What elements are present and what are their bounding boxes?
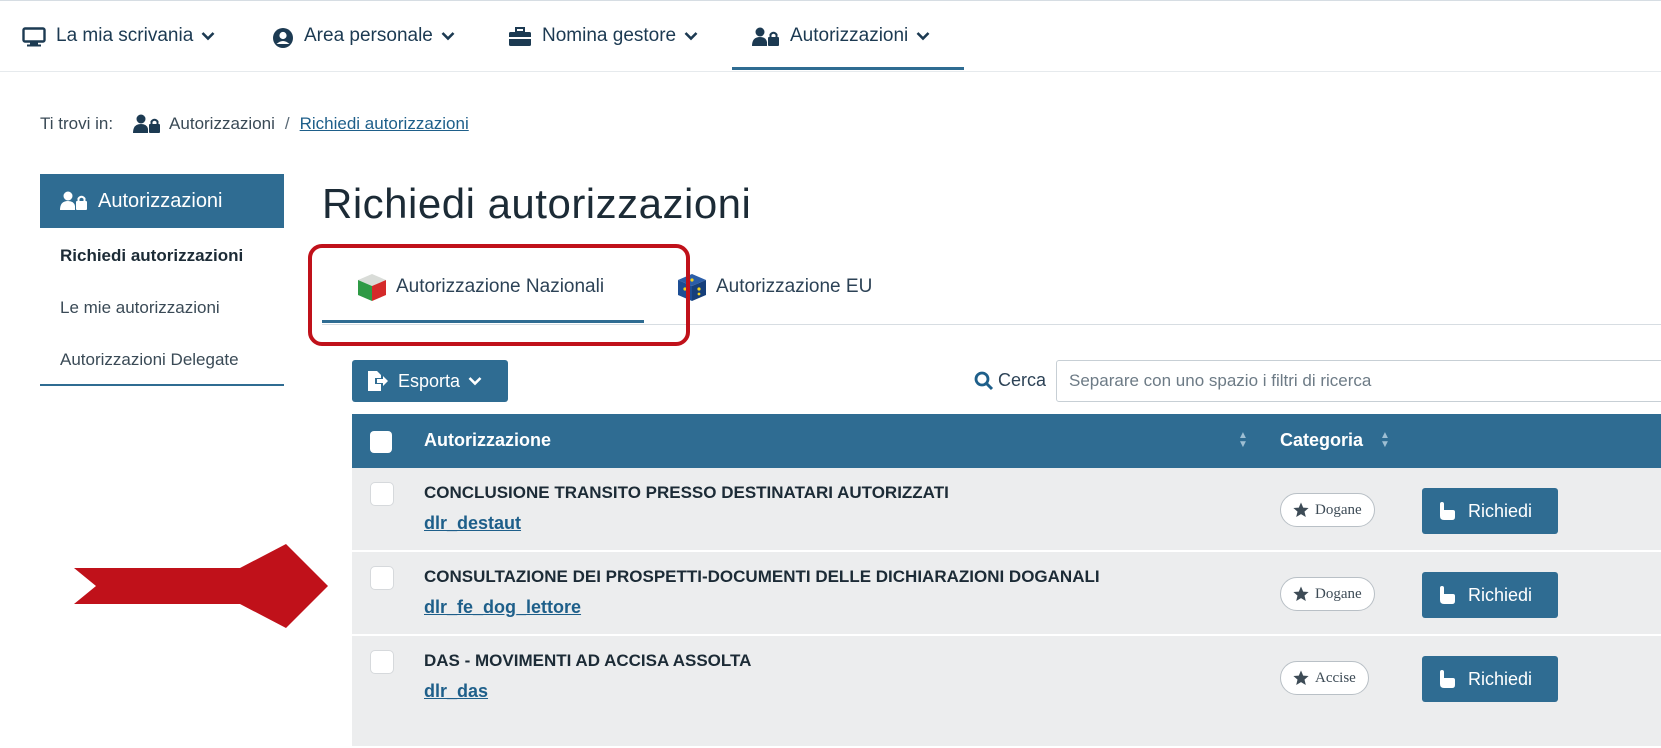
sidebar-item-richiedi-autorizzazioni[interactable]: Richiedi autorizzazioni [60,246,243,266]
chevron-down-icon [916,32,930,41]
category-label: Accise [1315,669,1356,686]
red-arrow-annotation [74,544,328,628]
sidebar-item-autorizzazioni-delegate[interactable]: Autorizzazioni Delegate [60,350,239,370]
sort-icon[interactable]: ▲ ▼ [1380,431,1390,450]
user-lock-icon [752,27,779,46]
top-navigation: La mia scrivania Area personale Nomina g… [0,0,1661,72]
nav-item-area-personale[interactable]: Area personale [272,25,455,73]
user-circle-icon [273,28,293,48]
hand-pointer-icon [1440,670,1455,688]
export-button[interactable]: Esporta [352,360,508,402]
tab-autorizzazione-eu[interactable]: Autorizzazione EU [676,272,872,302]
sort-icon[interactable]: ▲ ▼ [1238,431,1248,450]
briefcase-icon [509,27,531,46]
breadcrumb-item-richiedi[interactable]: Richiedi autorizzazioni [300,114,469,134]
richiedi-label: Richiedi [1468,500,1533,521]
export-label: Esporta [398,370,461,391]
table-row: CONCLUSIONE TRANSITO PRESSO DESTINATARI … [352,468,1661,552]
star-icon [1293,670,1309,685]
select-all-checkbox[interactable] [370,431,392,453]
category-badge: Dogane [1280,493,1375,527]
richiedi-label: Richiedi [1468,584,1533,605]
sidebar-header-label: Autorizzazioni [98,189,223,212]
star-icon [1293,502,1309,517]
search-input[interactable] [1056,360,1661,402]
breadcrumb: Ti trovi in: Autorizzazioni / Richiedi a… [40,112,469,136]
search-label: Cerca [974,370,1046,391]
category-badge: Dogane [1280,577,1375,611]
row-checkbox[interactable] [370,566,394,590]
row-title: DAS - MOVIMENTI AD ACCISA ASSOLTA [424,651,752,670]
table-header: Autorizzazione ▲ ▼ Categoria ▲ ▼ [352,414,1661,468]
row-code-link[interactable]: dlr_das [424,681,488,702]
row-code-link[interactable]: dlr_fe_dog_lettore [424,597,581,618]
richiedi-button[interactable]: Richiedi [1422,488,1558,534]
category-label: Dogane [1315,501,1362,518]
chevron-down-icon [441,32,455,41]
column-header-autorizzazione[interactable]: Autorizzazione [424,430,551,451]
user-lock-icon [133,114,161,133]
hand-pointer-icon [1440,586,1455,604]
search-label-text: Cerca [998,370,1047,390]
nav-label: Area personale [304,25,433,46]
nav-active-indicator [732,67,964,70]
hand-pointer-icon [1440,502,1455,520]
nav-item-la-mia-scrivania[interactable]: La mia scrivania [22,25,215,73]
nav-label: Autorizzazioni [790,25,909,46]
tab-label: Autorizzazione EU [716,276,873,297]
star-icon [1293,586,1309,601]
richiedi-button[interactable]: Richiedi [1422,572,1558,618]
export-file-icon [368,371,388,391]
nav-item-autorizzazioni[interactable]: Autorizzazioni [752,25,930,73]
sidebar-divider [40,384,284,386]
nav-label: La mia scrivania [56,25,194,46]
richiedi-button[interactable]: Richiedi [1422,656,1558,702]
nav-label: Nomina gestore [542,25,677,46]
row-checkbox[interactable] [370,650,394,674]
chevron-down-icon [201,32,215,41]
monitor-icon [22,27,46,47]
row-title: CONCLUSIONE TRANSITO PRESSO DESTINATARI … [424,483,949,502]
row-checkbox[interactable] [370,482,394,506]
user-lock-icon [60,191,87,210]
nav-item-nomina-gestore[interactable]: Nomina gestore [508,25,698,73]
table-row: CONSULTAZIONE DEI PROSPETTI-DOCUMENTI DE… [352,552,1661,636]
table-row: DAS - MOVIMENTI AD ACCISA ASSOLTA dlr_da… [352,636,1661,748]
row-code-link[interactable]: dlr_destaut [424,513,521,534]
search-icon [974,371,994,390]
category-badge: Accise [1280,661,1369,695]
breadcrumb-item-autorizzazioni[interactable]: Autorizzazioni [169,114,275,134]
category-label: Dogane [1315,585,1362,602]
column-header-categoria[interactable]: Categoria [1280,430,1363,451]
highlight-annotation-box [308,244,690,346]
sidebar-header: Autorizzazioni [40,174,284,228]
breadcrumb-separator: / [284,114,290,133]
page-title: Richiedi autorizzazioni [322,180,752,227]
row-title: CONSULTAZIONE DEI PROSPETTI-DOCUMENTI DE… [424,567,1100,586]
richiedi-label: Richiedi [1468,668,1533,689]
chevron-down-icon [468,377,482,386]
breadcrumb-prefix: Ti trovi in: [40,114,114,133]
chevron-down-icon [684,32,698,41]
sidebar-item-le-mie-autorizzazioni[interactable]: Le mie autorizzazioni [60,298,220,318]
